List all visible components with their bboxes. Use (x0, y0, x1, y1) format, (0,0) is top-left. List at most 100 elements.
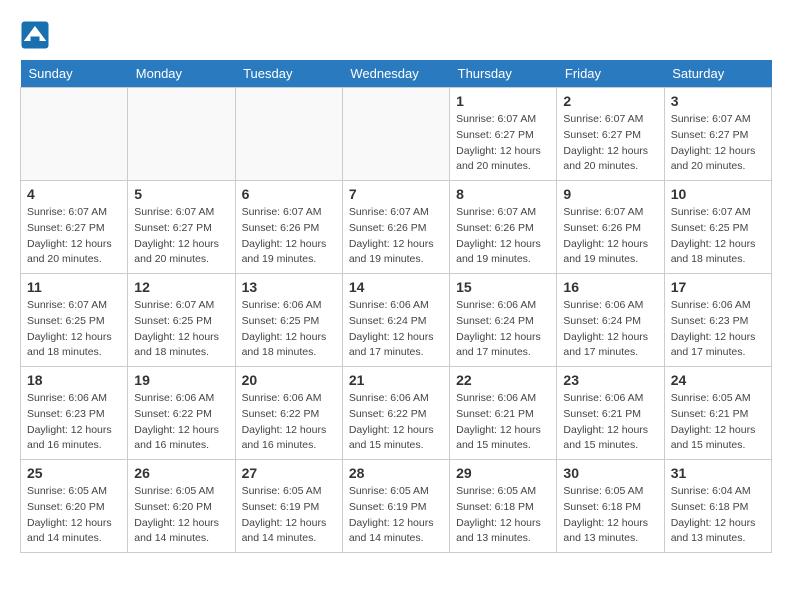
weekday-header-row: SundayMondayTuesdayWednesdayThursdayFrid… (21, 60, 772, 88)
day-info: Sunrise: 6:07 AM Sunset: 6:27 PM Dayligh… (671, 112, 765, 175)
calendar-cell: 18Sunrise: 6:06 AM Sunset: 6:23 PM Dayli… (21, 367, 128, 460)
logo-icon (20, 20, 50, 50)
calendar-cell: 5 Sunrise: 6:07 AM Sunset: 6:27 PM Daylig… (128, 181, 235, 274)
day-info: Sunrise: 6:06 AM Sunset: 6:25 PM Dayligh… (242, 298, 336, 361)
week-row-5: 25 Sunrise: 6:05 AM Sunset: 6:20 PM Dayli… (21, 460, 772, 553)
weekday-header-tuesday: Tuesday (235, 60, 342, 88)
calendar-cell: 16 Sunrise: 6:06 AM Sunset: 6:24 PM Dayli… (557, 274, 664, 367)
calendar-cell: 28 Sunrise: 6:05 AM Sunset: 6:19 PM Dayli… (342, 460, 449, 553)
day-info: Sunrise: 6:07 AM Sunset: 6:26 PM Dayligh… (563, 205, 657, 268)
day-info: Sunrise: 6:07 AM Sunset: 6:27 PM Dayligh… (134, 205, 228, 268)
day-info: Sunrise: 6:06 AM Sunset: 6:22 PM Dayligh… (242, 391, 336, 454)
day-info: Sunrise: 6:06 AM Sunset: 6:22 PM Dayligh… (349, 391, 443, 454)
calendar-cell: 8 Sunrise: 6:07 AM Sunset: 6:26 PM Daylig… (450, 181, 557, 274)
day-number: 10 (671, 186, 765, 202)
week-row-1: 1Sunrise: 6:07 AM Sunset: 6:27 PM Daylig… (21, 88, 772, 181)
calendar-cell: 4 Sunrise: 6:07 AM Sunset: 6:27 PM Daylig… (21, 181, 128, 274)
day-info: Sunrise: 6:06 AM Sunset: 6:23 PM Dayligh… (671, 298, 765, 361)
day-info: Sunrise: 6:06 AM Sunset: 6:24 PM Dayligh… (563, 298, 657, 361)
day-info: Sunrise: 6:07 AM Sunset: 6:26 PM Dayligh… (349, 205, 443, 268)
week-row-2: 4 Sunrise: 6:07 AM Sunset: 6:27 PM Daylig… (21, 181, 772, 274)
day-number: 11 (27, 279, 121, 295)
day-info: Sunrise: 6:07 AM Sunset: 6:25 PM Dayligh… (134, 298, 228, 361)
weekday-header-saturday: Saturday (664, 60, 771, 88)
calendar-cell: 25 Sunrise: 6:05 AM Sunset: 6:20 PM Dayli… (21, 460, 128, 553)
day-number: 25 (27, 465, 121, 481)
calendar-cell: 21 Sunrise: 6:06 AM Sunset: 6:22 PM Dayli… (342, 367, 449, 460)
day-number: 17 (671, 279, 765, 295)
day-info: Sunrise: 6:06 AM Sunset: 6:21 PM Dayligh… (456, 391, 550, 454)
weekday-header-monday: Monday (128, 60, 235, 88)
day-number: 19 (134, 372, 228, 388)
day-number: 5 (134, 186, 228, 202)
day-info: Sunrise: 6:05 AM Sunset: 6:18 PM Dayligh… (563, 484, 657, 547)
calendar-cell: 3 Sunrise: 6:07 AM Sunset: 6:27 PM Daylig… (664, 88, 771, 181)
day-number: 27 (242, 465, 336, 481)
day-info: Sunrise: 6:05 AM Sunset: 6:18 PM Dayligh… (456, 484, 550, 547)
calendar-cell: 22 Sunrise: 6:06 AM Sunset: 6:21 PM Dayli… (450, 367, 557, 460)
calendar-cell: 20 Sunrise: 6:06 AM Sunset: 6:22 PM Dayli… (235, 367, 342, 460)
day-number: 28 (349, 465, 443, 481)
calendar-cell: 11Sunrise: 6:07 AM Sunset: 6:25 PM Dayli… (21, 274, 128, 367)
calendar-cell: 26 Sunrise: 6:05 AM Sunset: 6:20 PM Dayli… (128, 460, 235, 553)
day-number: 26 (134, 465, 228, 481)
calendar-cell: 7 Sunrise: 6:07 AM Sunset: 6:26 PM Daylig… (342, 181, 449, 274)
day-number: 20 (242, 372, 336, 388)
calendar-table: SundayMondayTuesdayWednesdayThursdayFrid… (20, 60, 772, 553)
day-info: Sunrise: 6:07 AM Sunset: 6:26 PM Dayligh… (456, 205, 550, 268)
calendar-cell: 1Sunrise: 6:07 AM Sunset: 6:27 PM Daylig… (450, 88, 557, 181)
calendar-cell: 9 Sunrise: 6:07 AM Sunset: 6:26 PM Daylig… (557, 181, 664, 274)
calendar-cell: 24 Sunrise: 6:05 AM Sunset: 6:21 PM Dayli… (664, 367, 771, 460)
weekday-header-sunday: Sunday (21, 60, 128, 88)
day-info: Sunrise: 6:05 AM Sunset: 6:19 PM Dayligh… (349, 484, 443, 547)
calendar-cell (128, 88, 235, 181)
day-number: 13 (242, 279, 336, 295)
day-number: 2 (563, 93, 657, 109)
calendar-cell: 13 Sunrise: 6:06 AM Sunset: 6:25 PM Dayli… (235, 274, 342, 367)
day-number: 22 (456, 372, 550, 388)
day-info: Sunrise: 6:05 AM Sunset: 6:21 PM Dayligh… (671, 391, 765, 454)
day-number: 16 (563, 279, 657, 295)
day-info: Sunrise: 6:05 AM Sunset: 6:19 PM Dayligh… (242, 484, 336, 547)
day-number: 15 (456, 279, 550, 295)
day-number: 30 (563, 465, 657, 481)
calendar-cell: 19 Sunrise: 6:06 AM Sunset: 6:22 PM Dayli… (128, 367, 235, 460)
calendar-cell: 14Sunrise: 6:06 AM Sunset: 6:24 PM Dayli… (342, 274, 449, 367)
day-number: 9 (563, 186, 657, 202)
day-number: 18 (27, 372, 121, 388)
calendar-cell: 15 Sunrise: 6:06 AM Sunset: 6:24 PM Dayli… (450, 274, 557, 367)
day-info: Sunrise: 6:06 AM Sunset: 6:22 PM Dayligh… (134, 391, 228, 454)
calendar-cell (235, 88, 342, 181)
day-info: Sunrise: 6:05 AM Sunset: 6:20 PM Dayligh… (134, 484, 228, 547)
week-row-4: 18Sunrise: 6:06 AM Sunset: 6:23 PM Dayli… (21, 367, 772, 460)
day-info: Sunrise: 6:07 AM Sunset: 6:26 PM Dayligh… (242, 205, 336, 268)
calendar-cell (21, 88, 128, 181)
page-header (20, 20, 772, 50)
day-number: 7 (349, 186, 443, 202)
calendar-cell: 10 Sunrise: 6:07 AM Sunset: 6:25 PM Dayli… (664, 181, 771, 274)
calendar-cell: 6 Sunrise: 6:07 AM Sunset: 6:26 PM Daylig… (235, 181, 342, 274)
day-info: Sunrise: 6:07 AM Sunset: 6:27 PM Dayligh… (456, 112, 550, 175)
calendar-cell: 29 Sunrise: 6:05 AM Sunset: 6:18 PM Dayli… (450, 460, 557, 553)
day-number: 23 (563, 372, 657, 388)
calendar-cell: 23Sunrise: 6:06 AM Sunset: 6:21 PM Dayli… (557, 367, 664, 460)
week-row-3: 11 Sunrise: 6:07 AM Sunset: 6:25 PM Dayli… (21, 274, 772, 367)
logo (20, 20, 52, 50)
calendar-cell: 12Sunrise: 6:07 AM Sunset: 6:25 PM Dayli… (128, 274, 235, 367)
calendar-cell: 30 Sunrise: 6:05 AM Sunset: 6:18 PM Dayli… (557, 460, 664, 553)
day-number: 4 (27, 186, 121, 202)
day-number: 3 (671, 93, 765, 109)
day-number: 29 (456, 465, 550, 481)
day-number: 8 (456, 186, 550, 202)
day-number: 21 (349, 372, 443, 388)
day-info: Sunrise: 6:07 AM Sunset: 6:25 PM Dayligh… (671, 205, 765, 268)
day-info: Sunrise: 6:07 AM Sunset: 6:27 PM Dayligh… (27, 205, 121, 268)
day-info: Sunrise: 6:07 AM Sunset: 6:27 PM Dayligh… (563, 112, 657, 175)
weekday-header-thursday: Thursday (450, 60, 557, 88)
day-info: Sunrise: 6:05 AM Sunset: 6:20 PM Dayligh… (27, 484, 121, 547)
calendar-cell: 17 Sunrise: 6:06 AM Sunset: 6:23 PM Dayli… (664, 274, 771, 367)
day-number: 6 (242, 186, 336, 202)
calendar-cell (342, 88, 449, 181)
day-number: 24 (671, 372, 765, 388)
day-info: Sunrise: 6:06 AM Sunset: 6:24 PM Dayligh… (456, 298, 550, 361)
